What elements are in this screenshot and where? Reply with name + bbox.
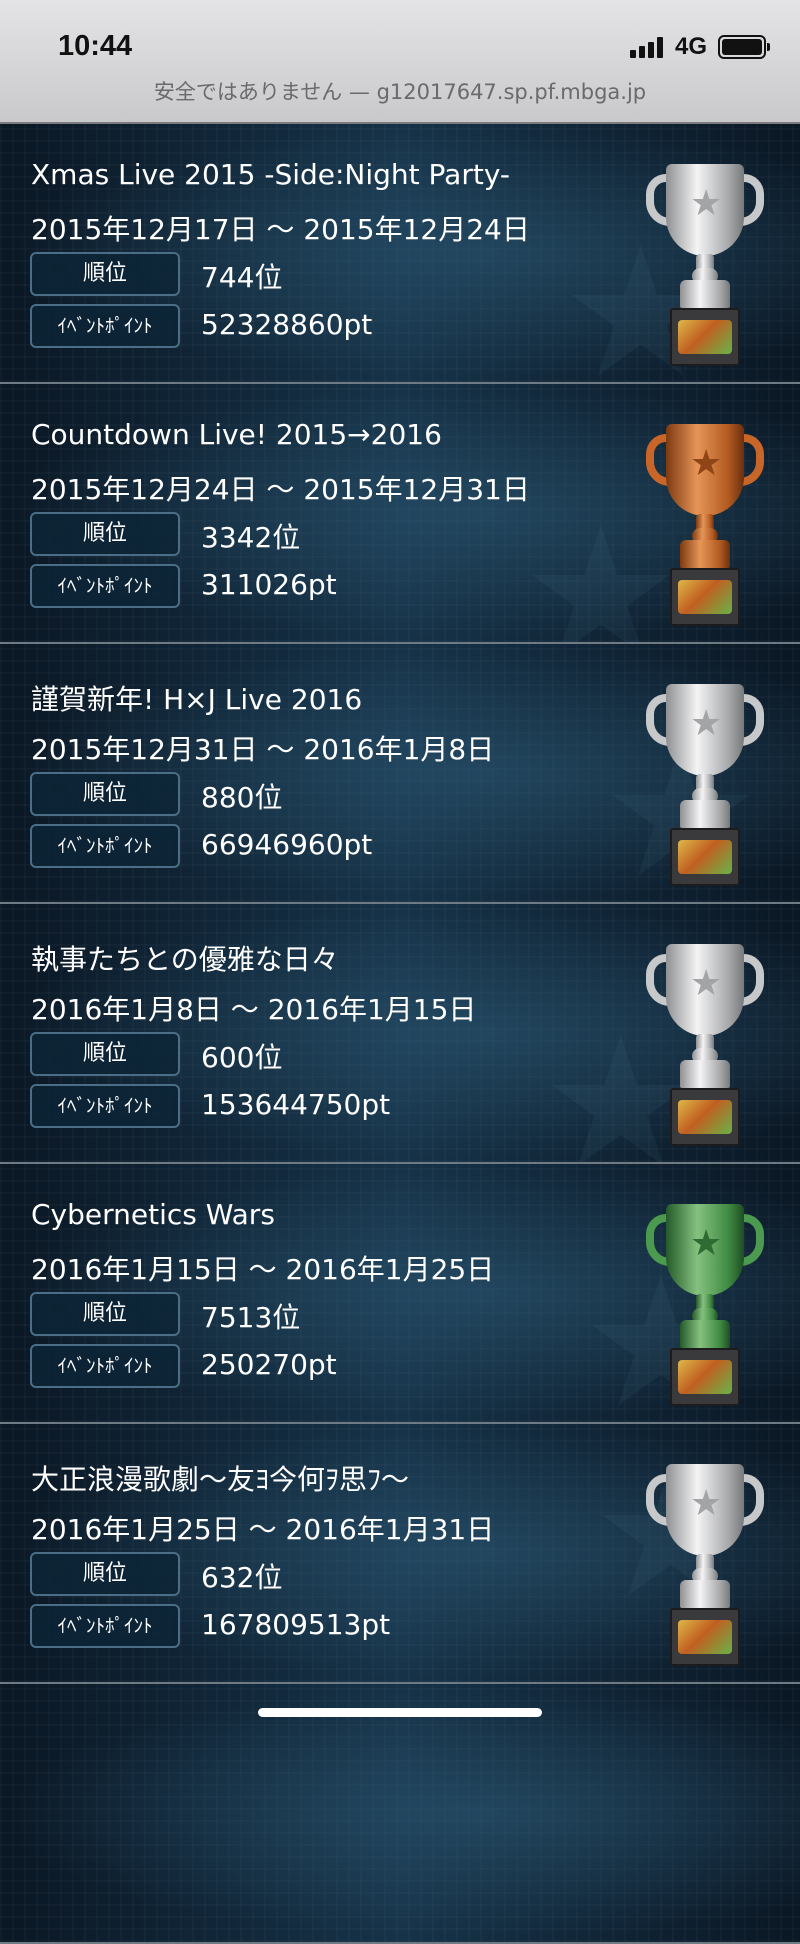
event-points-label: ｲﾍﾞﾝﾄﾎﾟｲﾝﾄ [30,1344,180,1388]
star-icon: ★ [690,443,723,484]
rank-value: 880位 [201,781,283,814]
event-title: Cybernetics Wars [31,1198,275,1231]
browser-top-bar: 10:44 4G 安全ではありません — g12017647.sp.pf.mbg… [0,0,800,124]
event-points-label: ｲﾍﾞﾝﾄﾎﾟｲﾝﾄ [30,564,180,608]
event-period: 2015年12月31日 〜 2016年1月8日 [31,733,495,766]
silver-trophy-icon: ★ [640,944,770,1154]
event-points-value: 66946960pt [201,828,373,861]
event-item[interactable]: ★ Countdown Live! 2015→2016 2015年12月24日 … [0,384,800,644]
network-type: 4G [675,33,708,60]
home-indicator[interactable] [258,1708,542,1717]
rank-value: 3342位 [201,521,301,554]
event-title: 執事たちとの優雅な日々 [31,943,339,976]
event-points-label: ｲﾍﾞﾝﾄﾎﾟｲﾝﾄ [30,1604,180,1648]
event-logo-plate [678,1100,732,1134]
rank-value: 632位 [201,1561,283,1594]
event-logo-plate [678,580,732,614]
rank-value: 7513位 [201,1301,301,1334]
event-title: 謹賀新年! H×J Live 2016 [31,683,363,716]
cellular-signal-icon [630,36,668,58]
event-item[interactable]: ★ 謹賀新年! H×J Live 2016 2015年12月31日 〜 2016… [0,644,800,904]
event-period: 2015年12月24日 〜 2015年12月31日 [31,473,530,506]
event-logo-plate [678,840,732,874]
star-icon: ★ [690,183,723,224]
star-icon: ★ [690,703,723,744]
event-points-value: 250270pt [201,1348,337,1381]
event-points-label: ｲﾍﾞﾝﾄﾎﾟｲﾝﾄ [30,1084,180,1128]
star-icon: ★ [690,1223,723,1264]
event-item-partial[interactable] [0,1684,800,1944]
event-title: 大正浪漫歌劇〜友ﾖ今何ｦ思ﾌ〜 [31,1463,410,1496]
rank-label: 順位 [30,252,180,296]
battery-icon [718,35,770,59]
event-points-label: ｲﾍﾞﾝﾄﾎﾟｲﾝﾄ [30,824,180,868]
event-item[interactable]: ★ 大正浪漫歌劇〜友ﾖ今何ｦ思ﾌ〜 2016年1月25日 〜 2016年1月31… [0,1424,800,1684]
rank-label: 順位 [30,512,180,556]
event-points-value: 311026pt [201,568,337,601]
address-bar[interactable]: 安全ではありません — g12017647.sp.pf.mbga.jp [0,76,800,106]
rank-value: 600位 [201,1041,283,1074]
event-points-label: ｲﾍﾞﾝﾄﾎﾟｲﾝﾄ [30,304,180,348]
event-item[interactable]: ★ Xmas Live 2015 -Side:Night Party- 2015… [0,124,800,384]
event-points-value: 52328860pt [201,308,373,341]
rank-value: 744位 [201,261,283,294]
event-points-value: 167809513pt [201,1608,391,1641]
event-title: Countdown Live! 2015→2016 [31,418,442,451]
event-period: 2016年1月15日 〜 2016年1月25日 [31,1253,495,1286]
event-points-value: 153644750pt [201,1088,391,1121]
star-icon: ★ [690,1483,723,1524]
rank-label: 順位 [30,1552,180,1596]
silver-trophy-icon: ★ [640,684,770,894]
bronze-trophy-icon: ★ [640,424,770,634]
event-period: 2016年1月25日 〜 2016年1月31日 [31,1513,495,1546]
silver-trophy-icon: ★ [640,1464,770,1674]
status-time: 10:44 [58,30,133,62]
event-item[interactable]: ★ Cybernetics Wars 2016年1月15日 〜 2016年1月2… [0,1164,800,1424]
event-logo-plate [678,320,732,354]
event-logo-plate [678,1620,732,1654]
event-period: 2015年12月17日 〜 2015年12月24日 [31,213,530,246]
green-trophy-icon: ★ [640,1204,770,1414]
event-history-list: ★ Xmas Live 2015 -Side:Night Party- 2015… [0,124,800,1944]
silver-trophy-icon: ★ [640,164,770,374]
rank-label: 順位 [30,1292,180,1336]
event-item[interactable]: ★ 執事たちとの優雅な日々 2016年1月8日 〜 2016年1月15日 順位 … [0,904,800,1164]
star-icon: ★ [690,963,723,1004]
rank-label: 順位 [30,1032,180,1076]
event-title: Xmas Live 2015 -Side:Night Party- [31,158,511,191]
event-logo-plate [678,1360,732,1394]
rank-label: 順位 [30,772,180,816]
event-period: 2016年1月8日 〜 2016年1月15日 [31,993,477,1026]
